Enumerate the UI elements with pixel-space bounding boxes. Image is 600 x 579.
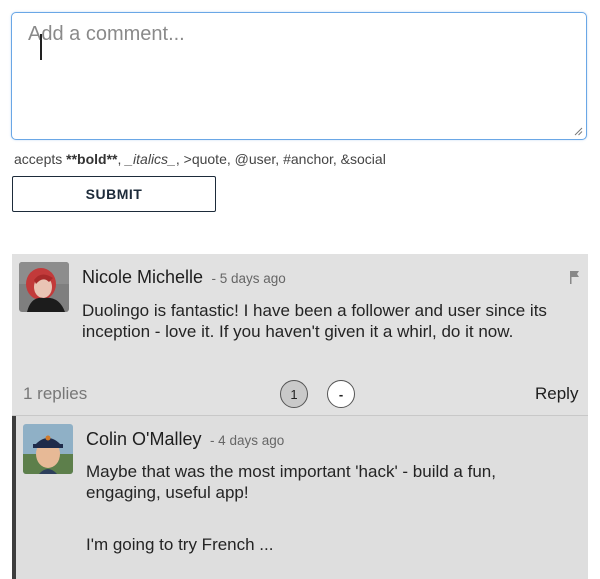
reply-author-name[interactable]: Colin O'Malley <box>86 429 201 449</box>
nested-reply: Colin O'Malley - 4 days ago Maybe that w… <box>12 416 588 579</box>
resize-grip-icon[interactable] <box>574 127 583 136</box>
reply-body-line1: Maybe that was the most important 'hack'… <box>86 462 496 502</box>
comment-author-line: Nicole Michelle - 5 days ago <box>82 267 286 288</box>
reply-time-ago: - 4 days ago <box>209 433 285 448</box>
text-caret <box>40 34 42 60</box>
hint-prefix: accepts <box>14 151 63 167</box>
author-name[interactable]: Nicole Michelle <box>82 267 203 287</box>
time-ago: - 5 days ago <box>211 271 286 286</box>
page-1-button[interactable]: 1 <box>280 380 308 408</box>
comment-input[interactable] <box>12 13 586 139</box>
collapse-button[interactable]: - <box>327 380 355 408</box>
reply-body-line2: I'm going to try French ... <box>86 535 274 554</box>
reply-author-line: Colin O'Malley - 4 days ago <box>86 429 284 450</box>
hint-rest: , >quote, @user, #anchor, &social <box>175 151 386 167</box>
avatar-colin[interactable] <box>23 424 73 474</box>
flag-icon[interactable] <box>569 270 580 284</box>
comment-body: Duolingo is fantastic! I have been a fol… <box>82 301 547 341</box>
hint-sep: , <box>117 151 122 167</box>
page: accepts **bold**, _italics_, >quote, @us… <box>0 0 600 579</box>
hint-italics: _italics_ <box>125 151 176 167</box>
hint-bold: **bold** <box>66 151 118 167</box>
reply-button[interactable]: Reply <box>535 384 578 404</box>
replies-count[interactable]: 1 replies <box>23 384 87 404</box>
submit-button[interactable]: SUBMIT <box>12 176 216 212</box>
comment-thread: Nicole Michelle - 5 days ago Duolingo is… <box>12 254 588 579</box>
formatting-hint: accepts **bold**, _italics_, >quote, @us… <box>14 151 386 167</box>
avatar-nicole[interactable] <box>19 262 69 312</box>
comment-box[interactable] <box>11 12 587 140</box>
